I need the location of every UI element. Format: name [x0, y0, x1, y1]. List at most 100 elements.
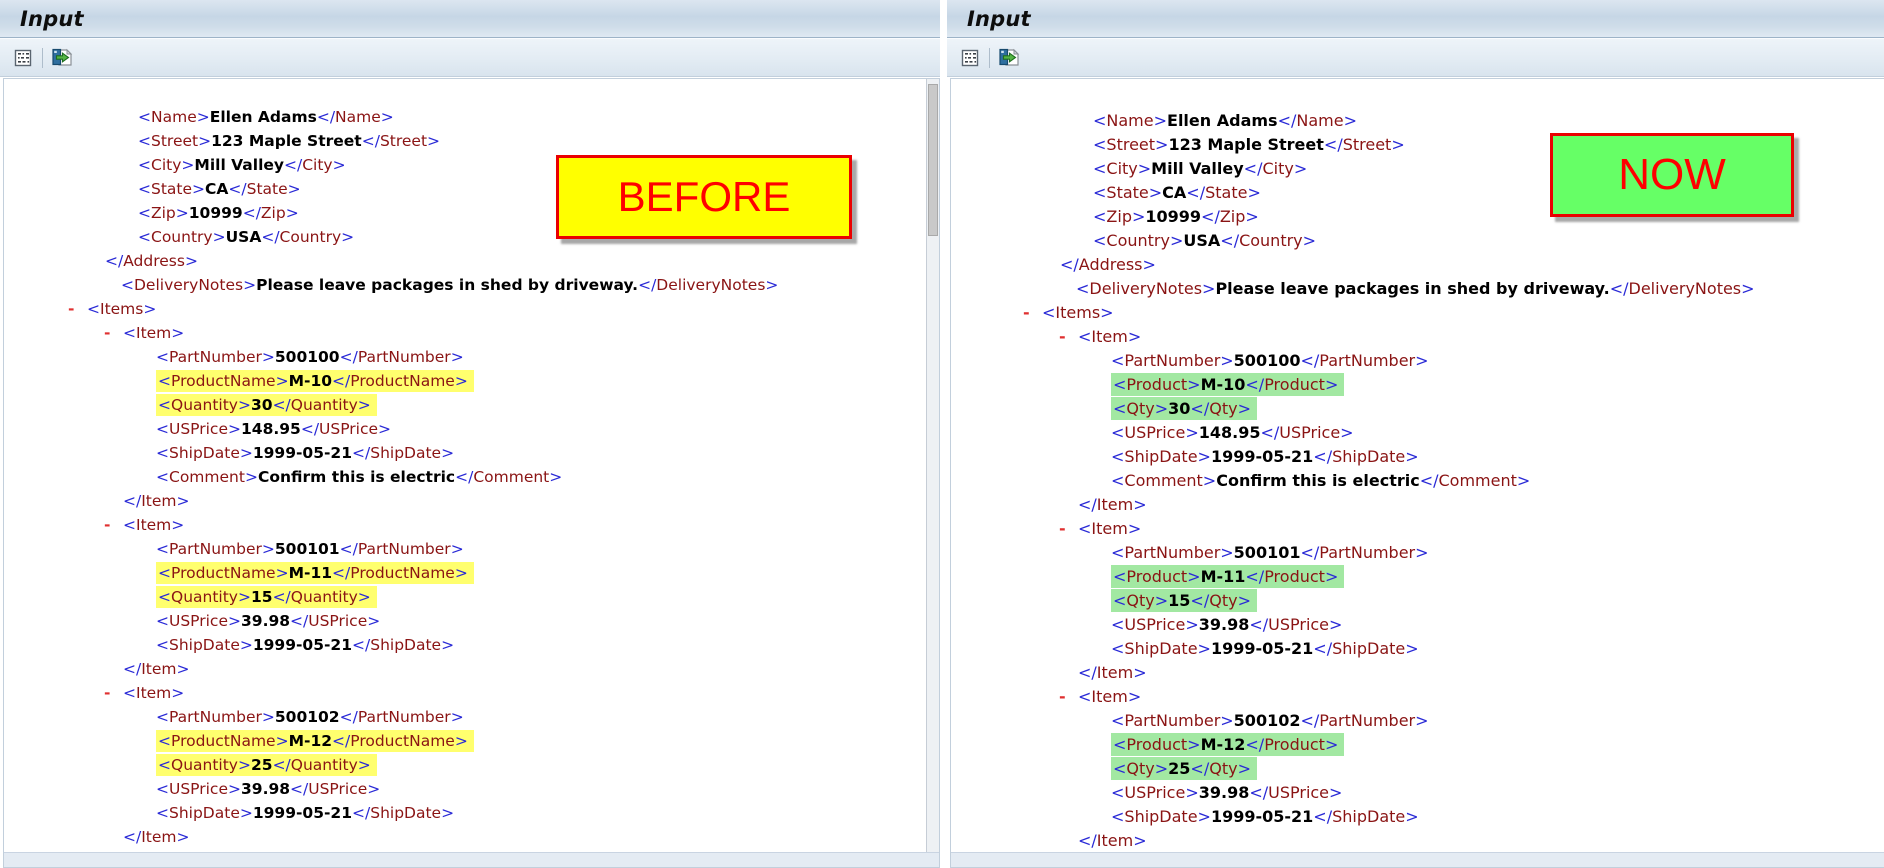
open-bracket: < — [1078, 327, 1091, 346]
highlighted-xml-element: <Quantity>25</Quantity> — [156, 754, 377, 776]
xml-element: <USPrice>148.95</USPrice> — [156, 420, 391, 438]
xml-element: <Item> — [123, 684, 184, 702]
xml-element: <USPrice>39.98</USPrice> — [156, 780, 380, 798]
element-value: 500100 — [1234, 351, 1301, 370]
xml-element: <ShipDate>1999-05-21</ShipDate> — [1111, 447, 1419, 466]
grid-view-button[interactable] — [10, 45, 36, 71]
close-bracket: > — [427, 132, 440, 150]
close-bracket: > — [381, 108, 394, 126]
open-bracket: </ — [273, 756, 291, 774]
open-bracket: < — [1113, 735, 1126, 754]
close-bracket: > — [1415, 351, 1428, 370]
close-bracket: > — [1325, 567, 1338, 586]
xml-line: -<Item> — [965, 325, 1868, 349]
toolbar — [947, 38, 1884, 77]
element-value: Ellen Adams — [210, 108, 317, 126]
close-bracket: > — [171, 516, 184, 534]
tag-name: Product — [1264, 735, 1325, 754]
close-bracket: > — [367, 780, 380, 798]
tag-name: PartNumber — [1124, 543, 1220, 562]
open-bracket: </ — [362, 132, 380, 150]
horizontal-scrollbar[interactable] — [4, 852, 939, 867]
collapse-marker[interactable]: - — [104, 681, 123, 705]
vertical-scrollbar[interactable] — [926, 79, 939, 852]
tag-name: PartNumber — [1124, 351, 1220, 370]
export-button[interactable] — [49, 45, 75, 71]
close-bracket: > — [185, 252, 198, 270]
xml-line: <ProductName>M-10</ProductName> — [10, 369, 923, 393]
open-bracket: < — [1111, 639, 1124, 658]
open-bracket: < — [1113, 591, 1126, 610]
open-bracket: < — [1111, 471, 1124, 490]
element-value: USA — [1183, 231, 1220, 250]
open-bracket: < — [156, 420, 169, 438]
close-bracket: > — [176, 204, 189, 222]
close-bracket: > — [1198, 639, 1211, 658]
open-bracket: < — [1111, 711, 1124, 730]
close-bracket: > — [245, 468, 258, 486]
open-bracket: </ — [340, 540, 358, 558]
open-bracket: </ — [332, 564, 350, 582]
tag-name: PartNumber — [1319, 351, 1415, 370]
export-icon — [51, 48, 73, 67]
close-bracket: > — [1187, 567, 1200, 586]
open-bracket: < — [158, 588, 171, 606]
close-bracket: > — [228, 780, 241, 798]
close-bracket: > — [1155, 135, 1168, 154]
close-bracket: > — [1415, 543, 1428, 562]
tag-name: DeliveryNotes — [1629, 279, 1742, 298]
tag-name: Country — [280, 228, 342, 246]
element-value: 1999-05-21 — [253, 444, 352, 462]
tag-name: Qty — [1209, 759, 1237, 778]
export-icon — [998, 48, 1020, 67]
open-bracket: </ — [1420, 471, 1439, 490]
collapse-marker[interactable]: - — [1059, 517, 1078, 541]
tag-name: ShipDate — [1332, 639, 1405, 658]
tag-name: Country — [151, 228, 213, 246]
collapse-marker[interactable]: - — [68, 297, 87, 321]
scrollbar-thumb[interactable] — [928, 84, 938, 236]
open-bracket: < — [156, 444, 169, 462]
tag-name: ShipDate — [370, 636, 441, 654]
close-bracket: > — [1329, 615, 1342, 634]
xml-line: <Comment>Confirm this is electric</Comme… — [965, 469, 1868, 493]
close-bracket: > — [1185, 615, 1198, 634]
close-bracket: > — [171, 324, 184, 342]
tag-name: PartNumber — [1319, 711, 1415, 730]
open-bracket: < — [1111, 807, 1124, 826]
highlighted-xml-element: <Product>M-11</Product> — [1111, 565, 1344, 588]
collapse-marker[interactable]: - — [1023, 301, 1042, 325]
close-bracket: > — [240, 444, 253, 462]
collapse-marker[interactable]: - — [104, 513, 123, 537]
open-bracket: < — [1076, 279, 1089, 298]
close-bracket: > — [286, 204, 299, 222]
xml-element: <State>CA</State> — [1093, 183, 1261, 202]
close-bracket: > — [1517, 471, 1530, 490]
close-bracket: > — [1143, 255, 1156, 274]
xml-element: <PartNumber>500100</PartNumber> — [156, 348, 464, 366]
element-value: 500101 — [275, 540, 340, 558]
open-bracket: </ — [1260, 423, 1279, 442]
close-bracket: > — [1405, 807, 1418, 826]
xml-element: <Comment>Confirm this is electric</Comme… — [156, 468, 562, 486]
tag-name: Zip — [261, 204, 286, 222]
close-bracket: > — [378, 420, 391, 438]
grid-view-button[interactable] — [957, 45, 983, 71]
close-bracket: > — [341, 228, 354, 246]
collapse-marker[interactable]: - — [1059, 685, 1078, 709]
horizontal-scrollbar[interactable] — [951, 852, 1884, 867]
export-button[interactable] — [996, 45, 1022, 71]
open-bracket: </ — [1201, 207, 1220, 226]
panel-title-bar: Input — [0, 0, 940, 38]
xml-line: <Quantity>30</Quantity> — [10, 393, 923, 417]
grid-view-icon — [14, 49, 32, 67]
element-value: M-11 — [1201, 567, 1246, 586]
element-value: 39.98 — [241, 612, 290, 630]
open-bracket: </ — [1186, 183, 1205, 202]
collapse-marker[interactable]: - — [1059, 325, 1078, 349]
input-panel-now: Input — [947, 0, 1884, 868]
collapse-marker[interactable]: - — [104, 321, 123, 345]
tag-name: ShipDate — [370, 804, 441, 822]
element-value: 30 — [1168, 399, 1190, 418]
tag-name: Item — [136, 516, 171, 534]
